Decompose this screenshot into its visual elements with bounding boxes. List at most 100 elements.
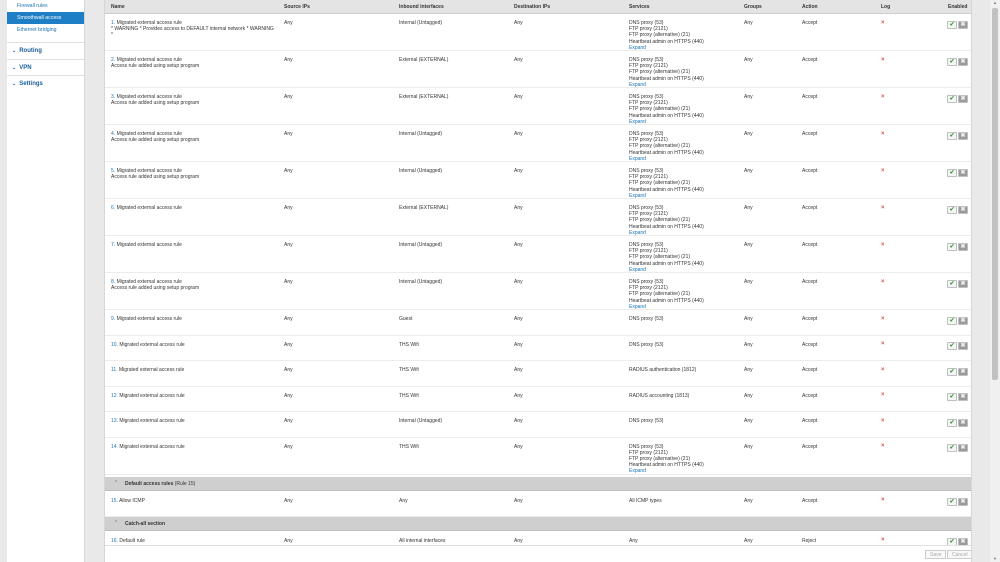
disable-x-icon[interactable]: ✖ [958, 242, 968, 251]
col-action-header: Action [802, 4, 818, 10]
section-header[interactable]: ⌃ Catch-all section [105, 516, 971, 531]
disable-x-icon[interactable]: ✖ [958, 367, 968, 376]
groups: Any [744, 341, 753, 348]
disable-x-icon[interactable]: ✖ [958, 418, 968, 427]
rule-number[interactable]: 9. [111, 316, 115, 322]
disable-x-icon[interactable]: ✖ [958, 444, 968, 452]
chevron-down-icon: ⌄ [12, 64, 17, 71]
rule-number[interactable]: 3. [111, 94, 115, 100]
action: Accept [802, 392, 818, 399]
enable-check-icon[interactable]: ✔ [947, 94, 957, 103]
disable-x-icon[interactable]: ✖ [958, 498, 968, 506]
inbound-interface: THS Wifi [399, 341, 419, 348]
enable-check-icon[interactable]: ✔ [947, 20, 957, 29]
table-row: 8. Migrated external access rule Access r… [105, 273, 971, 310]
sidebar-item-1[interactable]: Smoothwall access [7, 12, 84, 24]
scroll-up-icon[interactable]: ▲ [992, 0, 998, 6]
log-disabled-icon: × [881, 392, 885, 398]
enable-check-icon[interactable]: ✔ [947, 418, 957, 427]
disable-x-icon[interactable]: ✖ [958, 20, 968, 29]
enable-check-icon[interactable]: ✔ [947, 131, 957, 140]
section-header[interactable]: ⌃ Default access rules (Rule 15) [105, 476, 971, 491]
disable-x-icon[interactable]: ✖ [958, 94, 968, 103]
enable-check-icon[interactable]: ✔ [947, 242, 957, 251]
disable-x-icon[interactable]: ✖ [958, 316, 968, 325]
rule-name: Migrated external access rule [119, 392, 185, 399]
enable-check-icon[interactable]: ✔ [947, 444, 957, 452]
rule-number[interactable]: 5. [111, 168, 115, 174]
rule-number[interactable]: 14. [111, 444, 118, 450]
action: Accept [802, 443, 818, 450]
scroll-down-icon[interactable]: ▼ [992, 556, 998, 562]
expand-link[interactable]: Expand [629, 468, 739, 474]
rule-number[interactable]: 16. [111, 538, 118, 544]
inbound-interface: Internal (Untagged) [399, 131, 443, 137]
source-ips: Any [284, 341, 293, 348]
enable-check-icon[interactable]: ✔ [947, 168, 957, 177]
disable-x-icon[interactable]: ✖ [958, 131, 968, 140]
save-button[interactable]: Save [925, 550, 947, 559]
nav-item-label: Routing [19, 48, 42, 54]
services-list: DNS proxy (53) [629, 316, 739, 322]
nav-item-0[interactable]: ⌄ Routing [7, 42, 84, 59]
rule-name: Migrated external access rule [116, 131, 182, 137]
nav-item-1[interactable]: ⌄ VPN [7, 58, 84, 76]
rule-number[interactable]: 15. [111, 498, 118, 504]
rule-number[interactable]: 10. [111, 342, 118, 348]
log-disabled-icon: × [881, 167, 885, 174]
disable-x-icon[interactable]: ✖ [958, 57, 968, 66]
enable-check-icon[interactable]: ✔ [947, 367, 957, 376]
disable-x-icon[interactable]: ✖ [958, 342, 968, 350]
services-list: RADIUS authentication (1812) [629, 367, 739, 373]
rule-number[interactable]: 8. [111, 279, 115, 285]
rule-number[interactable]: 2. [111, 57, 115, 63]
services-list: DNS proxy (53) [629, 342, 739, 348]
service-item: DNS proxy (53) [629, 418, 664, 424]
scroll-thumb[interactable] [992, 8, 998, 380]
log-disabled-icon: × [881, 417, 885, 424]
destination-ips: Any [514, 20, 523, 26]
enable-check-icon[interactable]: ✔ [947, 342, 957, 350]
destination-ips: Any [514, 392, 523, 399]
chevron-up-icon[interactable]: ⌃ [114, 480, 118, 486]
rule-number[interactable]: 7. [111, 242, 115, 248]
action: Accept [802, 279, 818, 285]
source-ips: Any [284, 367, 293, 373]
rule-name: Migrated external access rule [119, 341, 185, 348]
disable-x-icon[interactable]: ✖ [958, 205, 968, 214]
rule-number[interactable]: 6. [111, 205, 115, 211]
form-footer: Save Cancel [105, 545, 971, 562]
sidebar-nav-items: ⌄ Routing ⌄ VPN ⌄ Settings [7, 42, 84, 92]
col-source-header: Source IPs [284, 4, 310, 10]
sidebar-item-0[interactable]: Firewall rules [7, 0, 84, 12]
rule-number[interactable]: 13. [111, 418, 118, 424]
enable-check-icon[interactable]: ✔ [947, 498, 957, 506]
disable-x-icon[interactable]: ✖ [958, 168, 968, 177]
nav-item-2[interactable]: ⌄ Settings [7, 75, 84, 92]
services-list: DNS proxy (53) [629, 418, 739, 424]
page-scrollbar[interactable]: ▲ ▼ [990, 0, 1000, 562]
rule-name-cell: 3. Migrated external access rule Access r… [111, 94, 276, 106]
chevron-up-icon[interactable]: ⌃ [114, 520, 118, 526]
rule-name: Migrated external access rule [116, 279, 182, 285]
enable-check-icon[interactable]: ✔ [947, 316, 957, 325]
disable-x-icon[interactable]: ✖ [958, 279, 968, 288]
rule-name-line: 7. Migrated external access rule [111, 242, 276, 248]
chevron-down-icon: ⌄ [12, 81, 17, 87]
cancel-button[interactable]: Cancel [947, 550, 971, 559]
enable-check-icon[interactable]: ✔ [947, 205, 957, 214]
rule-number[interactable]: 11. [111, 367, 118, 373]
log-disabled-icon: × [881, 93, 885, 100]
rule-number[interactable]: 1. [111, 20, 115, 26]
rule-number[interactable]: 12. [111, 393, 118, 399]
rule-name-line: 9. Migrated external access rule [111, 316, 276, 322]
destination-ips: Any [514, 94, 523, 100]
enable-check-icon[interactable]: ✔ [947, 279, 957, 288]
table-row: 13. Migrated external access rule Any Inte… [105, 412, 971, 438]
rule-number[interactable]: 4. [111, 131, 115, 137]
sidebar-item-2[interactable]: Ethernet bridging [7, 24, 84, 36]
inbound-interface: External (EXTERNAL) [399, 94, 449, 100]
enable-check-icon[interactable]: ✔ [947, 57, 957, 66]
disable-x-icon[interactable]: ✖ [958, 393, 968, 401]
enable-check-icon[interactable]: ✔ [947, 393, 957, 401]
